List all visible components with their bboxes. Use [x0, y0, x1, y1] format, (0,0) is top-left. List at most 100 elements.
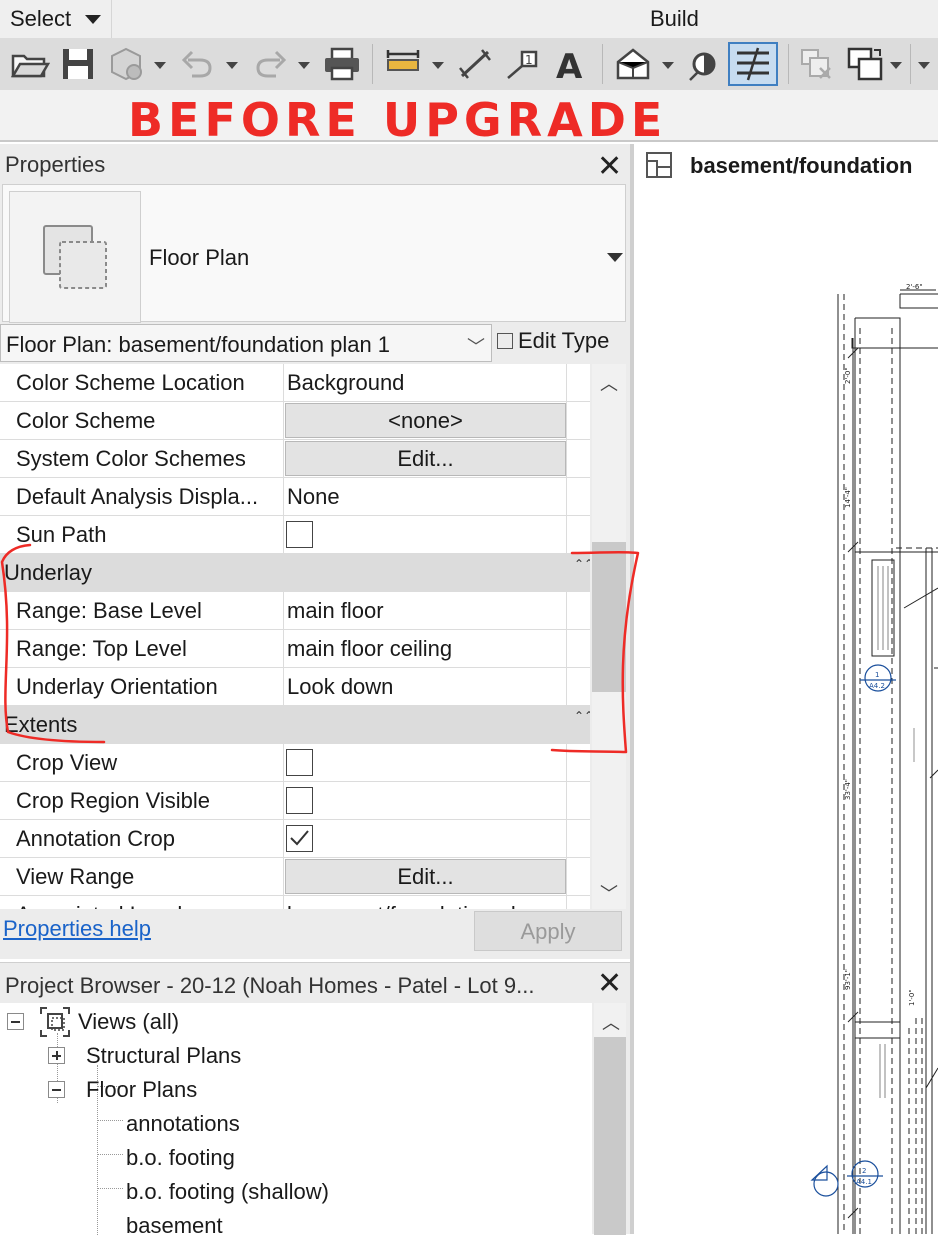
tree-leaf-view[interactable]: b.o. footing — [126, 1145, 235, 1171]
annotation-crop-checkbox[interactable] — [286, 825, 313, 852]
measure-dropdown-icon[interactable] — [432, 62, 444, 69]
3d-view-icon[interactable] — [614, 46, 652, 82]
expand-structural-plans-icon[interactable] — [48, 1047, 65, 1064]
property-value[interactable]: Look down — [285, 668, 565, 706]
collapse-views-icon[interactable] — [7, 1013, 24, 1030]
collapse-icon[interactable]: ⌃⌃ — [574, 709, 590, 723]
tree-leaf-view[interactable]: annotations — [126, 1111, 240, 1137]
quick-access-toolbar: 1 A — [0, 38, 938, 90]
project-browser: Project Browser - 20-12 (Noah Homes - Pa… — [0, 962, 630, 1235]
scroll-up-icon[interactable]: ︿ — [602, 1009, 620, 1035]
edit-type-button[interactable]: Edit Type — [497, 328, 609, 354]
tree-node-structural-plans[interactable]: Structural Plans — [86, 1043, 241, 1069]
print-icon[interactable] — [322, 46, 362, 82]
sync-icon[interactable] — [108, 46, 144, 82]
dimension-text: 93'-1" — [844, 969, 852, 990]
section-title: Extents — [4, 712, 78, 737]
3d-view-dropdown-icon[interactable] — [662, 62, 674, 69]
properties-scrollbar[interactable]: ︿ ﹀ — [592, 364, 626, 909]
chevron-down-icon[interactable] — [607, 253, 623, 262]
redo-icon[interactable] — [252, 46, 288, 82]
thin-lines-icon[interactable] — [728, 42, 778, 86]
text-icon[interactable]: A — [552, 46, 588, 82]
tree-node-views[interactable]: Views (all) — [78, 1009, 179, 1035]
scroll-thumb[interactable] — [594, 1037, 626, 1235]
section-header-extents[interactable]: Extents ⌃⌃ — [0, 706, 590, 744]
crop-region-visible-checkbox[interactable] — [286, 787, 313, 814]
properties-panel: Properties ✕ Floor Plan Floor Plan: base… — [0, 144, 630, 959]
scroll-thumb[interactable] — [592, 542, 626, 692]
switch-windows-icon[interactable] — [846, 46, 886, 82]
property-value[interactable]: None — [285, 478, 565, 516]
system-color-schemes-edit-button[interactable]: Edit... — [285, 441, 566, 476]
type-selector[interactable]: Floor Plan — [2, 184, 626, 323]
callout-sheet: A4.2 — [869, 682, 885, 690]
floor-plan-view-icon — [646, 152, 672, 178]
property-label: Crop Region Visible — [0, 782, 284, 820]
property-value[interactable]: main floor ceiling — [285, 630, 565, 668]
apply-button[interactable]: Apply — [474, 911, 622, 951]
property-row: View Range Edit... — [0, 858, 590, 896]
checkmark-icon — [290, 830, 309, 846]
section-header-underlay[interactable]: Underlay ⌃⌃ — [0, 554, 590, 592]
drawing-view[interactable]: basement/foundation 2'-6" 2'-0" 14'-4" 3… — [634, 144, 938, 1234]
crop-view-checkbox[interactable] — [286, 749, 313, 776]
property-row: Associated Level basement/foundation pl — [0, 896, 590, 909]
redo-dropdown-icon[interactable] — [298, 62, 310, 69]
chevron-down-icon: ﹀ — [467, 337, 485, 357]
property-value[interactable]: Background — [285, 364, 565, 402]
property-row: Crop Region Visible — [0, 782, 590, 820]
undo-dropdown-icon[interactable] — [226, 62, 238, 69]
close-hidden-icon[interactable] — [798, 46, 836, 82]
tag-icon[interactable]: 1 — [504, 46, 542, 82]
switch-windows-dropdown-icon[interactable] — [890, 62, 902, 69]
dimension-icon[interactable] — [456, 46, 494, 82]
plan-drawing: 2'-6" 2'-0" 14'-4" 33'-4" 93'-1" 1'-0" 1… — [810, 283, 938, 1234]
view-instance-dropdown[interactable]: Floor Plan: basement/foundation plan 1 ﹀ — [0, 324, 492, 362]
toolbar-separator — [602, 44, 603, 84]
browser-tree: Views (all) Structural Plans Floor Plans… — [0, 1003, 592, 1235]
select-dropdown[interactable]: Select — [0, 0, 112, 38]
sync-dropdown-icon[interactable] — [154, 62, 166, 69]
close-icon[interactable]: ✕ — [597, 969, 622, 999]
close-icon[interactable]: ✕ — [597, 152, 622, 182]
dimension-text: 2'-6" — [906, 283, 923, 291]
ribbon-tabs: Select Build — [0, 0, 938, 38]
property-label: Associated Level — [0, 896, 284, 909]
project-browser-title: Project Browser - 20-12 (Noah Homes - Pa… — [5, 973, 535, 998]
color-scheme-button[interactable]: <none> — [285, 403, 566, 438]
view-range-edit-button[interactable]: Edit... — [285, 859, 566, 894]
svg-text:A: A — [556, 47, 583, 82]
property-row: System Color Schemes Edit... — [0, 440, 590, 478]
collapse-icon[interactable]: ⌃⌃ — [574, 557, 590, 571]
property-row: Color Scheme Location Background — [0, 364, 590, 402]
views-icon — [40, 1007, 70, 1037]
property-label: Annotation Crop — [0, 820, 284, 858]
tree-node-floor-plans[interactable]: Floor Plans — [86, 1077, 197, 1103]
dimension-text: 1'-0" — [908, 989, 916, 1006]
save-icon[interactable] — [60, 46, 96, 82]
properties-help-link[interactable]: Properties help — [3, 916, 151, 942]
undo-icon[interactable] — [180, 46, 216, 82]
measure-icon[interactable] — [384, 46, 422, 82]
open-icon[interactable] — [10, 46, 50, 82]
section-icon[interactable] — [686, 46, 722, 82]
scroll-down-icon[interactable]: ﹀ — [600, 880, 618, 906]
collapse-floor-plans-icon[interactable] — [48, 1081, 65, 1098]
scroll-up-icon[interactable]: ︿ — [600, 370, 618, 396]
property-label: Color Scheme — [0, 402, 284, 440]
property-value[interactable]: main floor — [285, 592, 565, 630]
sun-path-checkbox[interactable] — [286, 521, 313, 548]
browser-scrollbar[interactable]: ︿ — [594, 1003, 626, 1235]
select-label: Select — [10, 6, 72, 31]
property-row: Underlay Orientation Look down — [0, 668, 590, 706]
view-tab[interactable]: basement/foundation — [634, 144, 938, 188]
tree-leaf-view[interactable]: basement — [126, 1213, 223, 1235]
customize-toolbar-dropdown-icon[interactable] — [918, 62, 930, 69]
tree-leaf-view[interactable]: b.o. footing (shallow) — [126, 1179, 329, 1205]
property-label: Default Analysis Displa... — [0, 478, 284, 516]
view-instance-value: Floor Plan: basement/foundation plan 1 — [6, 332, 391, 357]
property-row: Crop View — [0, 744, 590, 782]
property-value[interactable]: basement/foundation pl — [285, 896, 565, 909]
property-row: Color Scheme <none> — [0, 402, 590, 440]
